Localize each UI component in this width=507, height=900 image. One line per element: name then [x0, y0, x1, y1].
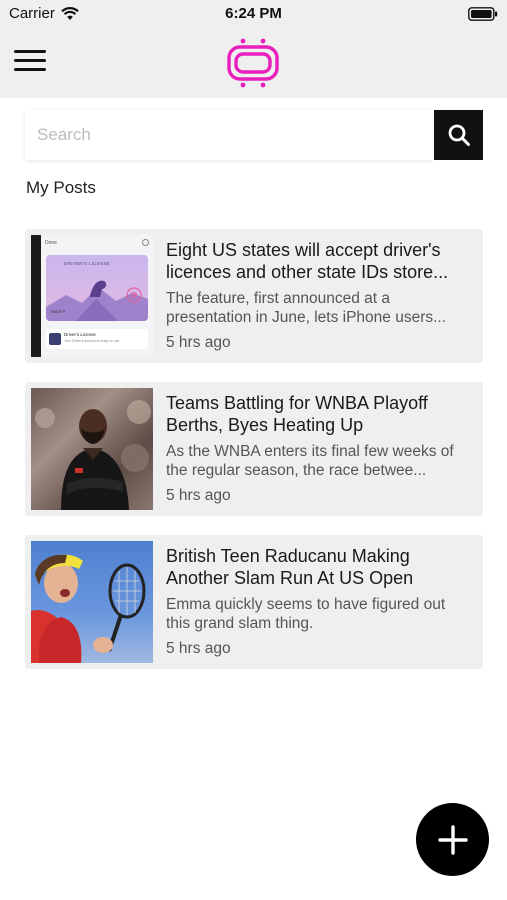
- hamburger-menu-icon: [14, 50, 48, 71]
- post-time: 5 hrs ago: [166, 487, 231, 504]
- license-card: DRIVER'S LICENSE Mark P.: [46, 255, 148, 321]
- search-input[interactable]: [25, 110, 433, 160]
- license-row-label: Driver's License: [64, 332, 96, 337]
- nav-bar: [0, 28, 507, 98]
- post-summary: The feature, first announced at a presen…: [166, 290, 447, 326]
- license-name-label: Mark P.: [51, 309, 66, 314]
- post-time: 5 hrs ago: [166, 640, 231, 657]
- search-icon: [448, 124, 470, 146]
- post-summary: As the WNBA enters its final few weeks o…: [166, 443, 454, 479]
- post-thumbnail: Done DRIVER'S LICENSE Mark P. Driver's L…: [31, 235, 153, 357]
- coach-photo-icon: [35, 400, 151, 510]
- thumb-menu-icon: [142, 239, 149, 246]
- license-row-sub: Your Driver's license is ready to use: [64, 339, 120, 343]
- tennis-player-photo-icon: [31, 554, 146, 663]
- search-bar: [25, 110, 483, 160]
- post-card[interactable]: Done DRIVER'S LICENSE Mark P. Driver's L…: [25, 229, 483, 363]
- post-thumbnail: [31, 541, 153, 663]
- post-title: Eight US states will accept driver's lic…: [166, 240, 449, 282]
- thumb-header-label: Done: [45, 240, 57, 246]
- license-card-label: DRIVER'S LICENSE: [64, 261, 111, 266]
- status-time: 6:24 PM: [225, 5, 282, 22]
- plus-icon: [437, 824, 468, 855]
- section-title: My Posts: [26, 178, 96, 197]
- post-title: Teams Battling for WNBA Playoff Berths, …: [166, 393, 428, 435]
- post-time: 5 hrs ago: [166, 334, 231, 351]
- tv-logo-icon: [227, 38, 279, 88]
- post-title: British Teen Raducanu Making Another Sla…: [166, 546, 414, 588]
- add-post-button[interactable]: [416, 803, 489, 876]
- license-app-icon: [49, 333, 61, 345]
- post-card[interactable]: British Teen Raducanu Making Another Sla…: [25, 535, 483, 669]
- license-row: Driver's License Your Driver's license i…: [46, 329, 148, 349]
- phone-screen: Done DRIVER'S LICENSE Mark P. Driver's L…: [41, 235, 153, 357]
- search-button[interactable]: [434, 110, 483, 160]
- battery-icon: [468, 7, 498, 21]
- post-summary: Emma quickly seems to have figured out t…: [166, 596, 446, 632]
- post-thumbnail: [31, 388, 153, 510]
- status-bar: Carrier 6:24 PM: [0, 0, 507, 28]
- post-card[interactable]: Teams Battling for WNBA Playoff Berths, …: [25, 382, 483, 516]
- menu-button[interactable]: [14, 50, 48, 76]
